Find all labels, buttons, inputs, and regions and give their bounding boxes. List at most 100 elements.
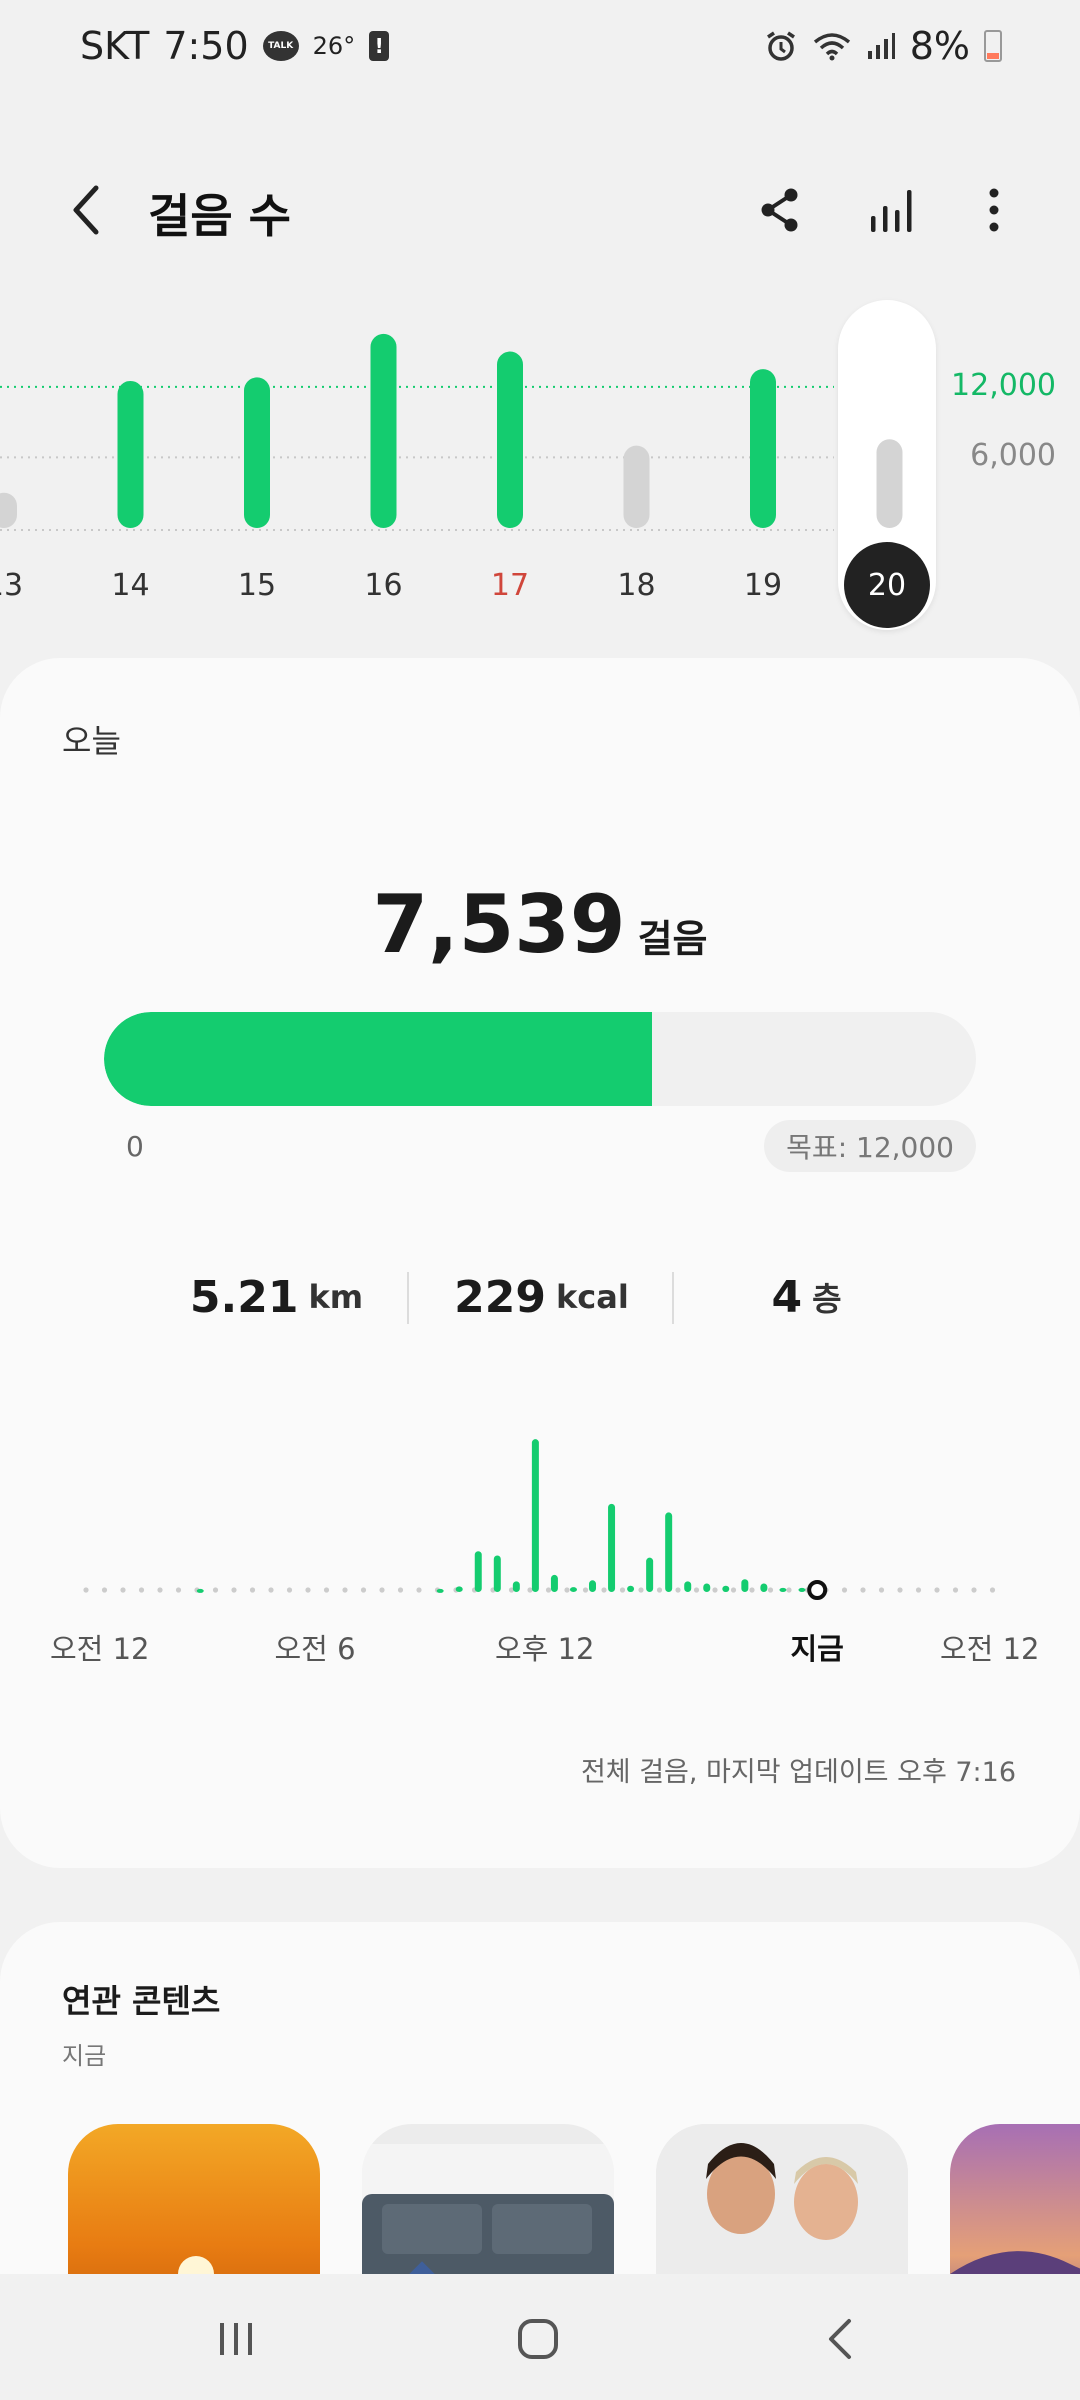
baseline-dot (101, 1587, 108, 1593)
baseline-dot (527, 1587, 533, 1593)
day-label-17[interactable]: 17 (470, 568, 550, 603)
today-summary-card: 오늘 7,539 걸음 0 목표: 12,000 5.21 km 229 kcal… (0, 658, 1080, 1868)
baseline-dot (915, 1587, 922, 1593)
baseline-dot (286, 1587, 293, 1593)
baseline-dot (268, 1587, 274, 1593)
temperature-label: 26° (312, 32, 356, 60)
weekly-bar-17[interactable] (497, 351, 523, 528)
baseline-dot (786, 1587, 792, 1593)
recent-apps-button[interactable] (196, 2304, 276, 2374)
distance-stat: 5.21 km (144, 1252, 409, 1342)
back-button[interactable] (56, 178, 116, 242)
weekly-bar-19[interactable] (750, 369, 776, 528)
back-nav-button[interactable] (800, 2304, 880, 2374)
calories-value: 229 (454, 1271, 547, 1323)
carrier-label: SKT (80, 24, 150, 68)
weekly-bar-16[interactable] (370, 333, 397, 528)
clock: 7:50 (163, 24, 249, 68)
day-label-16[interactable]: 16 (344, 568, 424, 603)
steps-progress-fill (104, 1012, 652, 1106)
hourly-bar (569, 1587, 577, 1592)
signal-icon (867, 33, 895, 59)
baseline-dot (83, 1587, 89, 1593)
baseline-dot (878, 1587, 885, 1593)
hourly-bar (779, 1587, 787, 1592)
day-label-14[interactable]: 14 (91, 568, 171, 603)
baseline-dot (712, 1587, 718, 1593)
baseline-dot (897, 1587, 903, 1593)
recent-apps-icon (220, 2323, 252, 2355)
day-label-18[interactable]: 18 (597, 568, 677, 603)
trends-button[interactable] (860, 178, 924, 242)
more-options-button[interactable] (962, 178, 1026, 242)
weekly-bar-20[interactable] (876, 439, 903, 528)
time-tick-label: 오전 12 (940, 1632, 1040, 1666)
hourly-bar (589, 1580, 597, 1592)
baseline-dot (619, 1587, 626, 1593)
hourly-bars (83, 1439, 996, 1600)
baseline-dot (860, 1587, 866, 1593)
floors-value: 4 (771, 1271, 803, 1323)
steps-unit: 걸음 (637, 917, 708, 961)
system-navigation-bar (0, 2274, 1080, 2400)
now-time-label: 지금 (790, 1632, 844, 1666)
hourly-bar (798, 1587, 806, 1592)
baseline-dot (989, 1587, 996, 1593)
baseline-dot (693, 1587, 700, 1593)
baseline-dot (379, 1587, 385, 1593)
weekly-steps-chart[interactable]: 13 14 15 16 17 18 19 20 12,000 6,000 (0, 290, 1080, 640)
baseline-dot (212, 1587, 219, 1593)
weekly-bar-15[interactable] (244, 377, 270, 528)
goal-badge[interactable]: 목표: 12,000 (764, 1120, 976, 1172)
selected-day-badge[interactable]: 20 (844, 542, 930, 628)
weekly-bar-14[interactable] (117, 380, 144, 528)
more-icon (989, 188, 999, 232)
app-header: 걸음 수 (0, 160, 1080, 260)
hourly-bar (512, 1581, 520, 1592)
home-button[interactable] (498, 2304, 578, 2374)
hourly-bar (196, 1588, 204, 1593)
share-icon (761, 188, 798, 232)
y-tick-label: 12,000 (951, 367, 1056, 403)
floors-stat: 4 층 (674, 1252, 939, 1342)
baseline-dot (416, 1587, 422, 1593)
hourly-bar (550, 1574, 558, 1592)
day-label-15[interactable]: 15 (217, 568, 297, 603)
hourly-bar (531, 1439, 539, 1592)
baseline-dot (675, 1587, 681, 1593)
steps-value: 7,539 (372, 878, 626, 971)
baseline-dot (360, 1587, 367, 1593)
hourly-bar (493, 1555, 501, 1592)
baseline-dot (656, 1587, 663, 1593)
baseline-dot (934, 1587, 940, 1593)
baseline-dot (638, 1587, 644, 1593)
baseline-dot (397, 1587, 404, 1593)
hourly-bar (627, 1585, 635, 1592)
baseline-dot (564, 1587, 570, 1593)
alert-icon: ! (369, 31, 390, 61)
related-subtitle: 지금 (62, 2042, 107, 2070)
share-button[interactable] (748, 178, 812, 242)
steps-total: 7,539 걸음 (0, 878, 1080, 971)
back-icon (73, 185, 99, 235)
battery-percent: 8% (909, 24, 970, 68)
baseline-dot (749, 1587, 755, 1593)
weekly-bar-13[interactable] (0, 492, 17, 528)
hourly-bar (608, 1503, 616, 1592)
day-label-13[interactable]: 13 (0, 568, 44, 603)
hourly-bar (703, 1583, 711, 1592)
today-label: 오늘 (62, 722, 121, 760)
hourly-steps-chart[interactable]: 오전 12 오전 6 오후 12 지금 오전 12 (0, 1418, 1080, 1678)
back-nav-icon (829, 2319, 851, 2359)
status-bar: SKT 7:50 TALK 26° ! 8% (0, 0, 1080, 100)
hourly-bar (684, 1581, 692, 1592)
hourly-bar (722, 1585, 730, 1592)
hourly-bar (474, 1551, 482, 1592)
day-label-19[interactable]: 19 (723, 568, 803, 603)
wifi-icon (813, 33, 850, 61)
baseline-dot (305, 1587, 311, 1593)
alarm-icon (766, 31, 795, 61)
weekly-bar-18[interactable] (623, 445, 650, 528)
hourly-bar (760, 1583, 768, 1592)
progress-start-label: 0 (126, 1130, 144, 1163)
